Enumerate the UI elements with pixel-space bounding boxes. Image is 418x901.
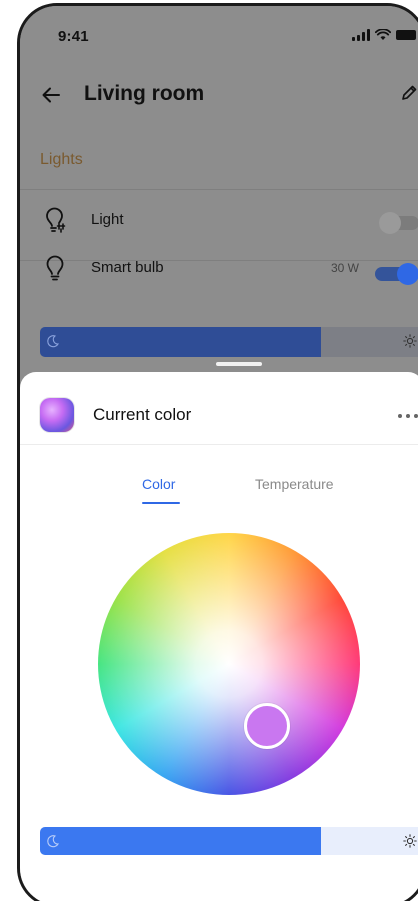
color-wheel-gradient[interactable] (98, 533, 360, 795)
phone-frame: 9:41 Living room Lights Light Smart bulb… (17, 3, 418, 901)
divider (20, 444, 418, 445)
device-power: 30 W (331, 261, 360, 275)
sheet-title: Current color (93, 405, 192, 424)
device-name: Light (91, 211, 124, 228)
color-wheel-selector[interactable] (244, 703, 290, 749)
status-time: 9:41 (58, 28, 89, 45)
device-row-light[interactable]: Light (20, 196, 418, 248)
status-icons (352, 29, 416, 41)
page-title: Living room (84, 82, 205, 105)
tab-color[interactable]: Color (142, 476, 175, 492)
sun-icon (403, 334, 417, 348)
smart-plug-bulb-icon (46, 207, 66, 233)
color-wheel[interactable] (98, 533, 360, 795)
section-title-lights: Lights (40, 151, 83, 168)
current-color-swatch (40, 398, 74, 432)
battery-icon (396, 30, 416, 40)
tab-temperature[interactable]: Temperature (255, 476, 334, 492)
moon-icon (47, 335, 59, 348)
divider (20, 189, 418, 190)
wifi-icon (375, 29, 391, 40)
header: Living room (20, 74, 418, 118)
color-bottom-sheet: Current color Color Temperature (20, 372, 418, 901)
toggle-knob (379, 212, 401, 234)
toggle-knob (397, 263, 418, 285)
device-row-smart-bulb[interactable]: Smart bulb 30 W (20, 244, 418, 296)
brightness-fill (40, 327, 322, 357)
light-toggle[interactable] (379, 212, 418, 234)
more-icon[interactable] (398, 414, 418, 418)
sun-icon (403, 834, 417, 848)
signal-icon (352, 29, 370, 41)
status-bar: 9:41 (20, 6, 418, 56)
back-arrow-icon[interactable] (40, 84, 62, 106)
device-name: Smart bulb (91, 259, 164, 276)
brightness-fill (40, 827, 322, 855)
color-mode-tabs: Color Temperature (20, 472, 418, 508)
edit-pencil-icon[interactable] (400, 84, 418, 102)
active-tab-indicator (142, 502, 180, 504)
moon-icon (47, 835, 59, 848)
sheet-brightness-slider[interactable] (40, 827, 418, 855)
smart-bulb-toggle[interactable] (375, 263, 418, 285)
brightness-slider[interactable] (40, 327, 418, 357)
sheet-header: Current color (20, 372, 418, 444)
bulb-icon (46, 255, 64, 281)
sheet-grab-handle[interactable] (216, 362, 262, 366)
